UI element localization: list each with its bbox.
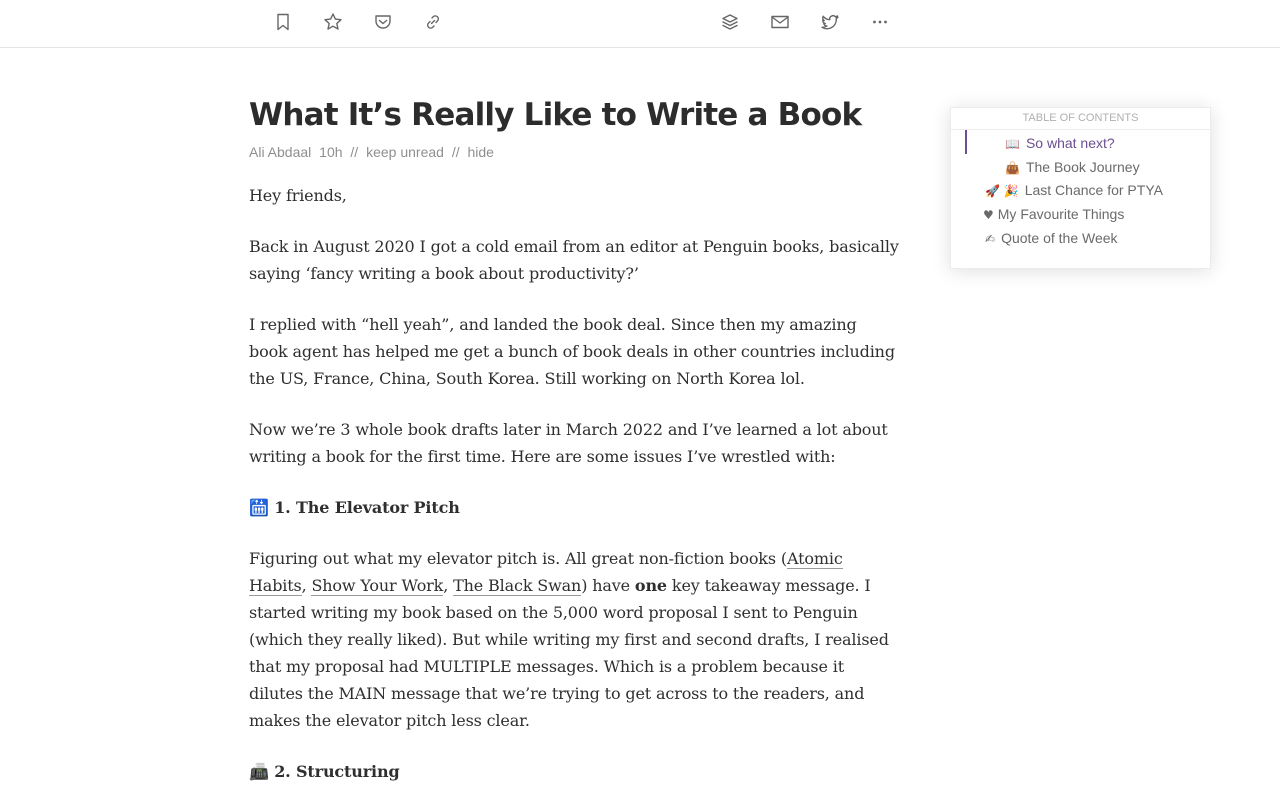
toc-active-indicator [965,130,967,154]
text-span: ) have [581,576,635,595]
text-span: , [301,576,312,595]
bold-text: one [634,576,667,595]
heart-icon: ♥ [983,208,994,222]
link-icon[interactable] [420,9,446,35]
meta-separator: // [451,144,460,160]
paragraph: Hey friends, [249,186,347,205]
toc-item-label: So what next? [1025,135,1115,151]
toc-item-label: The Book Journey [1025,159,1140,175]
table-of-contents: Table of Contents 📖 So what next? 👜 The Bo… [950,107,1211,269]
mail-icon[interactable] [767,9,793,35]
hide-link[interactable]: hide [468,144,494,160]
toc-item-so-what-next[interactable]: 📖 So what next? [1005,135,1115,151]
article-body: Hey friends, Back in August 2020 I got a… [249,182,899,785]
section-heading: 📠 2. Structuring [249,758,899,785]
article: What It’s Really Like to Write a Book Al… [249,92,909,809]
section-heading: 🛗 1. The Elevator Pitch [249,494,899,521]
article-title: What It’s Really Like to Write a Book [249,97,862,133]
toc-item-last-chance-ptya[interactable]: 🚀 🎉 Last Chance for PTYA [985,182,1163,198]
rocket-party-icon: 🚀 🎉 [985,184,1019,198]
layers-icon[interactable] [717,9,743,35]
bookmark-icon[interactable] [270,9,296,35]
more-icon[interactable] [867,9,893,35]
paragraph: Now we’re 3 whole book drafts later in M… [249,420,888,466]
author-name[interactable]: Ali Abdaal [249,144,311,160]
link-show-your-work[interactable]: Show Your Work [311,576,443,596]
toc-item-label: Quote of the Week [1001,230,1118,246]
elevator-icon: 🛗 [249,498,269,517]
meta-separator: // [350,144,359,160]
toc-item-quote-of-the-week[interactable]: ✍ Quote of the Week [985,230,1118,246]
link-the-black-swan[interactable]: The Black Swan [453,576,581,596]
fax-icon: 📠 [249,762,269,781]
toolbar [0,0,1280,48]
text-span: key takeaway message. I started writing … [249,576,889,730]
section-heading-text: 2. Structuring [274,762,400,781]
toc-title: Table of Contents [951,108,1210,130]
paragraph: I replied with “hell yeah”, and landed t… [249,315,895,388]
article-time: 10h [319,144,343,160]
article-meta: Ali Abdaal 10h // keep unread // hide [249,144,909,160]
section-heading-text: 1. The Elevator Pitch [274,498,460,517]
paragraph: Back in August 2020 I got a cold email f… [249,237,899,283]
text-span: Figuring out what my elevator pitch is. … [249,549,787,568]
keep-unread-link[interactable]: keep unread [366,144,444,160]
toc-item-the-book-journey[interactable]: 👜 The Book Journey [1005,159,1140,175]
writing-hand-icon: ✍ [985,232,996,246]
twitter-icon[interactable] [817,9,843,35]
pocket-icon[interactable] [370,9,396,35]
paragraph: Figuring out what my elevator pitch is. … [249,545,899,734]
toc-item-label: Last Chance for PTYA [1024,182,1163,198]
text-span: , [443,576,454,595]
book-icon: 📖 [1005,137,1020,151]
bag-icon: 👜 [1005,161,1020,175]
toc-item-label: My Favourite Things [997,206,1125,222]
toc-item-my-favourite-things[interactable]: ♥ My Favourite Things [983,206,1124,222]
star-icon[interactable] [320,9,346,35]
